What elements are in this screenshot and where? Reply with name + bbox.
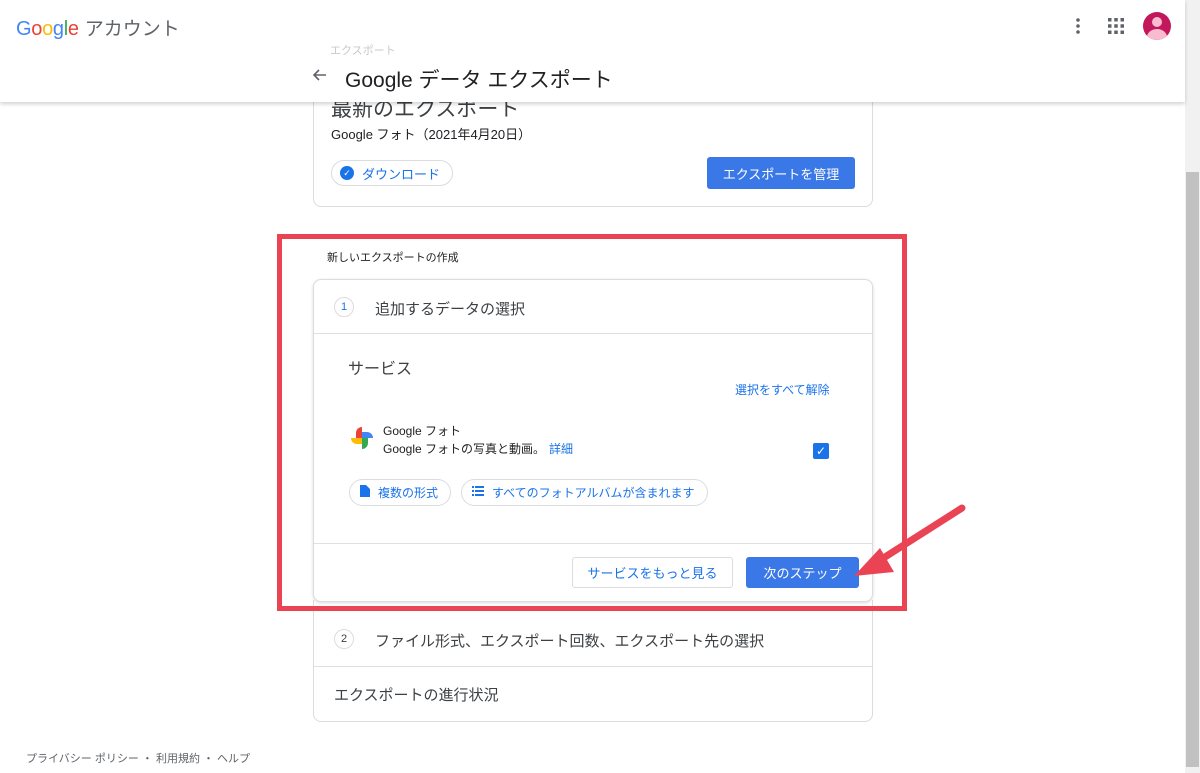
annotation-arrow-icon [854,504,966,576]
page-title: Google データ エクスポート [345,69,613,92]
apps-icon[interactable] [1104,14,1128,38]
manage-exports-button[interactable]: エクスポートを管理 [707,157,855,189]
scrollbar-thumb[interactable] [1186,172,1199,767]
faded-breadcrumb-label: エクスポート [330,45,396,57]
export-progress-label[interactable]: エクスポートの進行状況 [334,684,499,705]
latest-export-meta: Google フォト（2021年4月20日） [331,127,532,142]
step2-number: 2 [334,629,354,649]
step2-card: 2 ファイル形式、エクスポート回数、エクスポート先の選択 エクスポートの進行状況 [313,600,873,722]
more-vert-icon[interactable] [1066,14,1090,38]
account-label: アカウント [84,19,180,40]
divider [314,666,872,667]
annotation-highlight-box [277,234,907,611]
download-label: ダウンロード [362,166,441,182]
app-header: Google アカウント エクスポート Google データ エクスポート [0,0,1185,102]
google-account-logo[interactable]: Google アカウント [16,14,180,41]
check-circle-icon: ✓ [340,166,354,180]
arrow-back-icon[interactable] [311,66,327,89]
step2-title[interactable]: ファイル形式、エクスポート回数、エクスポート先の選択 [375,630,764,651]
footer-links[interactable]: プライバシー ポリシー ・ 利用規約 ・ ヘルプ [26,750,250,766]
download-button[interactable]: ✓ ダウンロード [331,160,454,186]
avatar[interactable] [1143,12,1171,40]
google-logo-word: Google [16,18,79,40]
